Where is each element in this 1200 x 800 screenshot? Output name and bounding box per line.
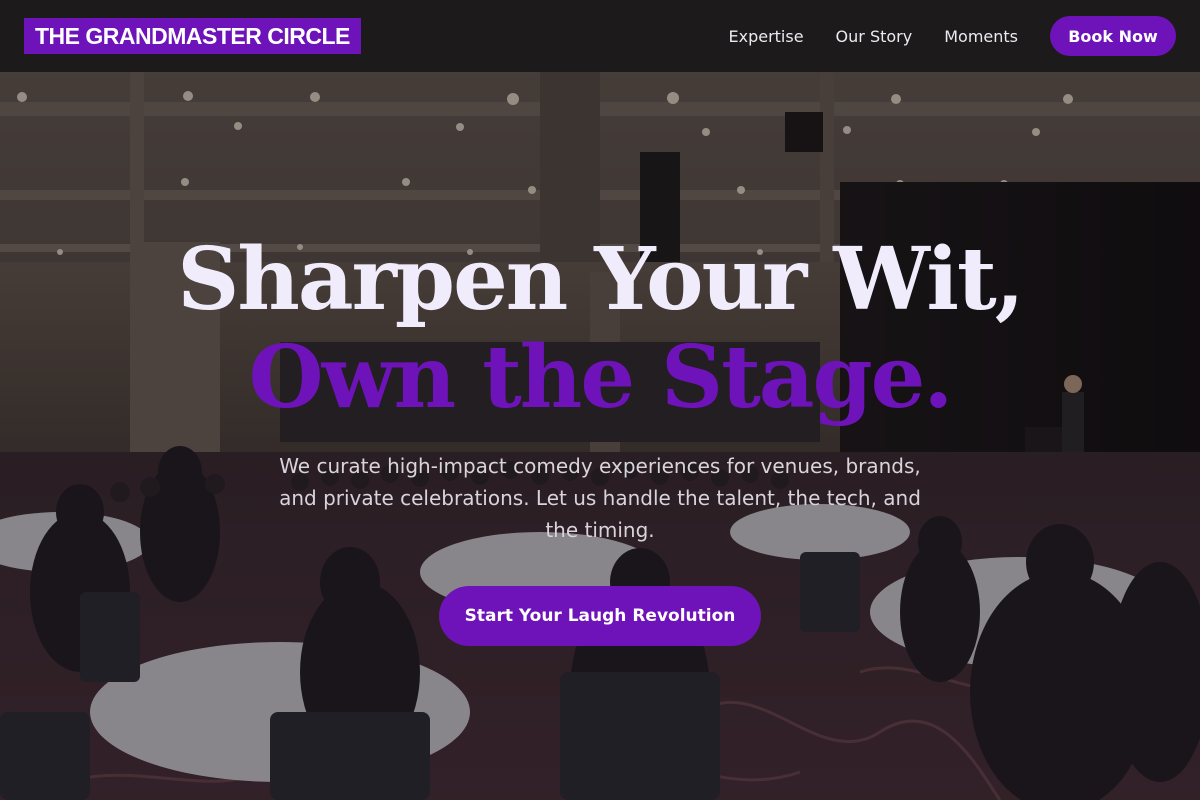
hero-section — [0, 72, 1200, 800]
book-now-button[interactable]: Book Now — [1050, 16, 1176, 56]
navbar: THE GRANDMASTER CIRCLE Expertise Our Sto… — [0, 0, 1200, 72]
hero-dark-overlay — [0, 72, 1200, 800]
brand-logo[interactable]: THE GRANDMASTER CIRCLE — [24, 18, 361, 54]
nav-link-moments[interactable]: Moments — [944, 27, 1018, 46]
nav-link-expertise[interactable]: Expertise — [728, 27, 803, 46]
hero-headline-line2: Own the Stage. — [248, 327, 954, 428]
start-laugh-revolution-button[interactable]: Start Your Laugh Revolution — [439, 586, 761, 646]
nav-links: Expertise Our Story Moments Book Now — [728, 16, 1176, 56]
hero-subtext: We curate high-impact comedy experiences… — [279, 454, 921, 542]
nav-link-our-story[interactable]: Our Story — [836, 27, 913, 46]
landing-page: THE GRANDMASTER CIRCLE Expertise Our Sto… — [0, 0, 1200, 800]
hero-headline-line1: Sharpen Your Wit, — [177, 229, 1024, 330]
